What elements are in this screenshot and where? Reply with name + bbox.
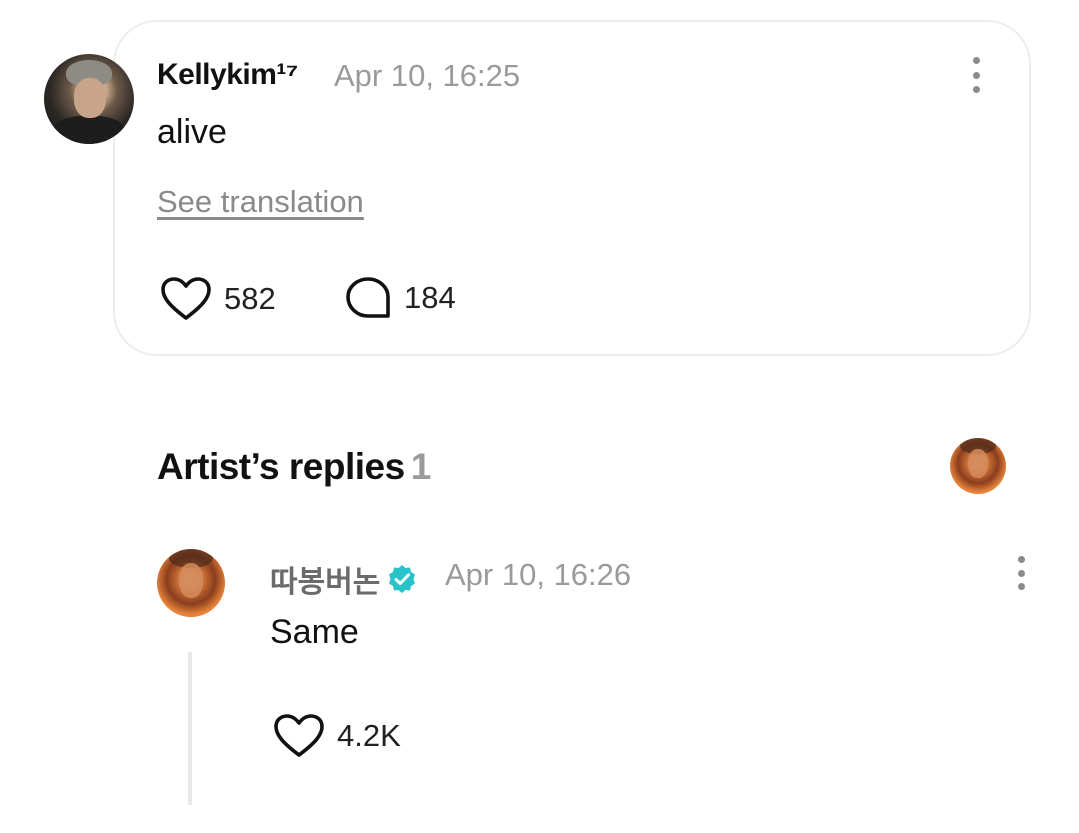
more-options-icon[interactable] bbox=[970, 57, 982, 93]
artist-avatar-small[interactable] bbox=[950, 438, 1006, 494]
post-body: alive bbox=[157, 113, 227, 151]
heart-icon bbox=[274, 714, 324, 757]
artist-name-row[interactable]: 따봉버논 bbox=[270, 557, 418, 601]
comment-icon bbox=[346, 277, 390, 318]
avatar-jacket bbox=[52, 116, 126, 144]
like-count: 582 bbox=[224, 281, 276, 316]
dot bbox=[1017, 583, 1025, 590]
reply-more-options-icon[interactable] bbox=[1015, 556, 1027, 590]
reply-thread-line bbox=[188, 652, 192, 805]
dot bbox=[972, 86, 980, 93]
post-timestamp: Apr 10, 16:25 bbox=[334, 58, 521, 93]
reply-like-count: 4.2K bbox=[337, 718, 401, 753]
heart-icon bbox=[161, 277, 211, 320]
dot bbox=[972, 57, 980, 64]
see-translation-link[interactable]: See translation bbox=[157, 184, 364, 220]
reply-timestamp: Apr 10, 16:26 bbox=[445, 557, 632, 592]
artist-avatar[interactable] bbox=[157, 549, 225, 617]
artist-replies-title: Artist’s replies bbox=[157, 446, 405, 487]
dot bbox=[1017, 556, 1025, 563]
verified-badge-icon bbox=[389, 565, 416, 593]
reply-like-button[interactable]: 4.2K bbox=[273, 713, 401, 759]
comment-button[interactable]: 184 bbox=[344, 276, 456, 320]
reply-body: Same bbox=[270, 613, 359, 651]
artist-replies-count: 1 bbox=[410, 446, 432, 487]
dot bbox=[1017, 569, 1025, 577]
like-button[interactable]: 582 bbox=[160, 276, 276, 322]
artist-replies-heading: Artist’s replies 1 bbox=[157, 446, 431, 488]
avatar-face bbox=[74, 78, 106, 118]
avatar-face bbox=[967, 449, 989, 479]
author-name[interactable]: Kellykim¹⁷ bbox=[157, 58, 298, 92]
avatar-face bbox=[178, 562, 204, 598]
dot bbox=[972, 71, 980, 79]
artist-name: 따봉버논 bbox=[270, 566, 381, 599]
author-avatar[interactable] bbox=[44, 54, 134, 144]
comment-count: 184 bbox=[404, 280, 456, 315]
